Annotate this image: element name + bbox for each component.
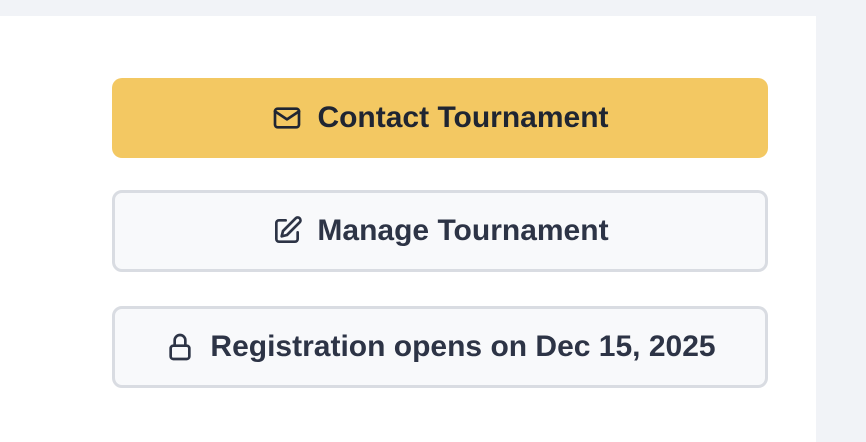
edit-icon [271, 215, 303, 247]
contact-tournament-label: Contact Tournament [317, 101, 609, 134]
lock-icon [164, 331, 196, 363]
registration-status-button[interactable]: Registration opens on Dec 15, 2025 [112, 306, 768, 388]
registration-status-label: Registration opens on Dec 15, 2025 [210, 330, 716, 363]
manage-tournament-label: Manage Tournament [317, 214, 609, 247]
tournament-actions-card: Contact Tournament Manage Tournament Reg… [0, 16, 816, 442]
contact-tournament-button[interactable]: Contact Tournament [112, 78, 768, 158]
mail-icon [271, 102, 303, 134]
manage-tournament-button[interactable]: Manage Tournament [112, 190, 768, 272]
